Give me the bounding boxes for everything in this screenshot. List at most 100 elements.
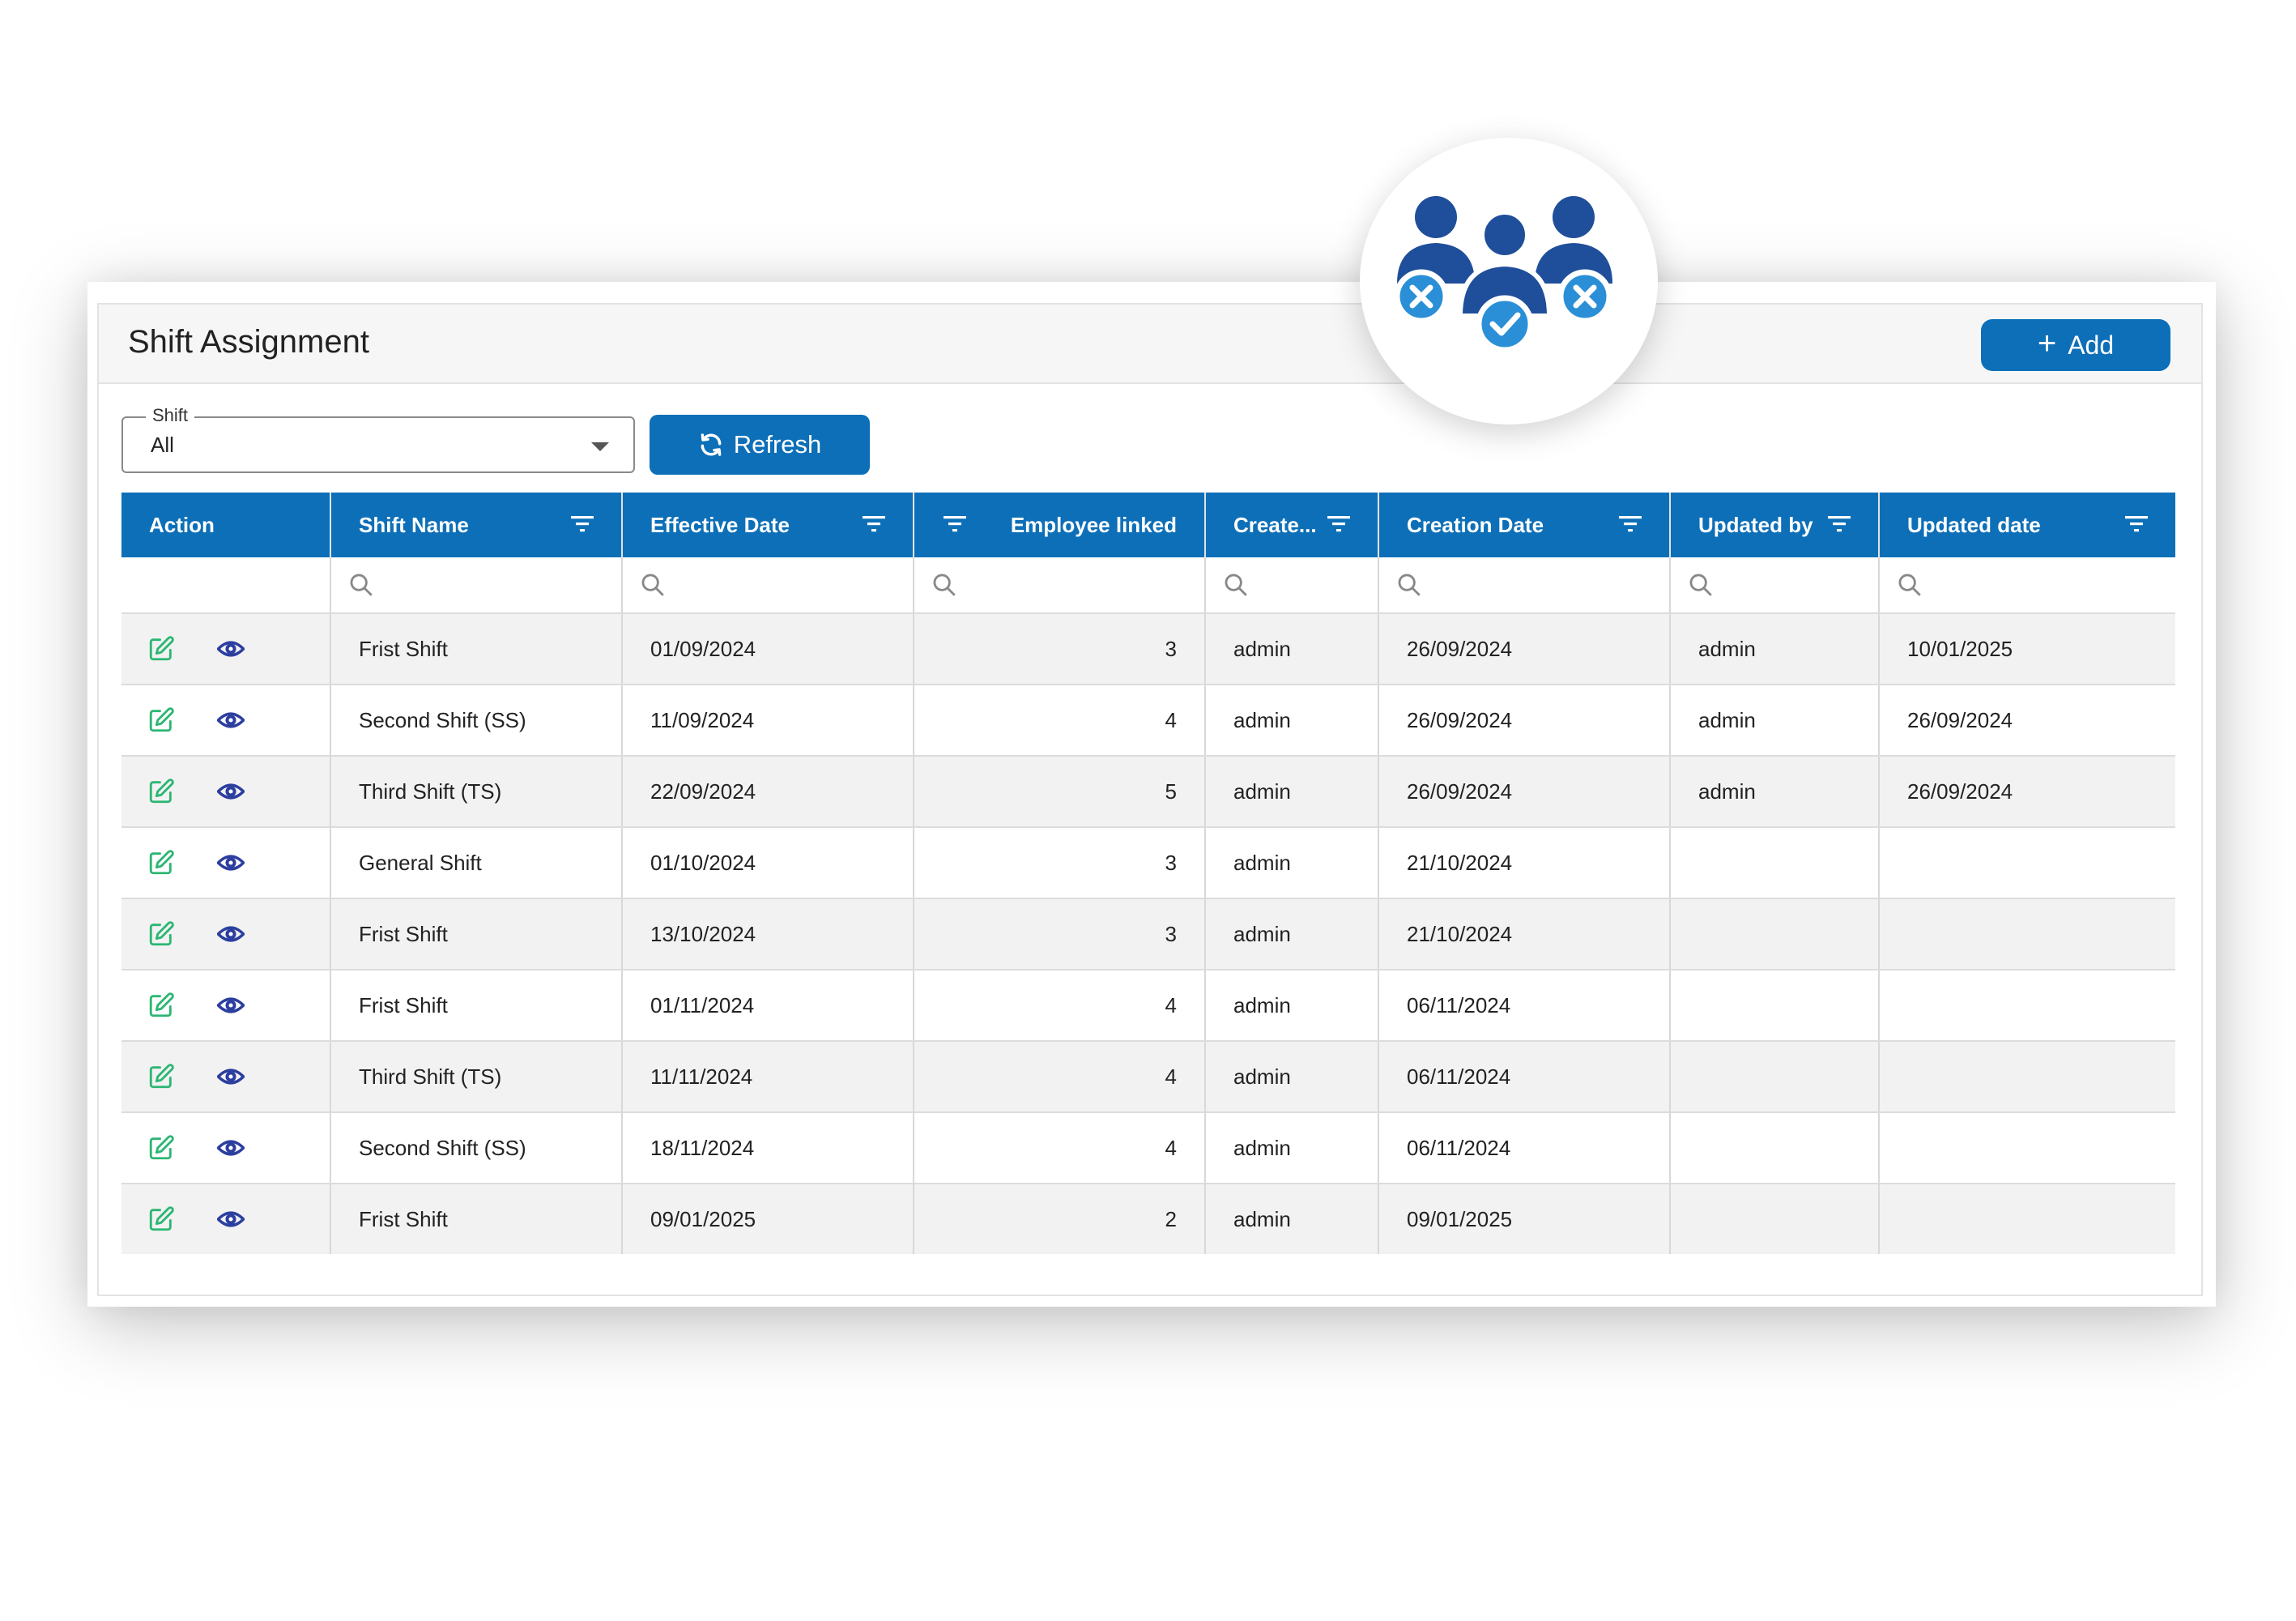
table-row: Third Shift (TS) 11/11/2024 4 admin 06/11/20… — [121, 1041, 2175, 1113]
cell-actions — [121, 898, 331, 970]
cell-effective-date: 13/10/2024 — [622, 898, 914, 970]
edit-icon[interactable] — [147, 992, 175, 1019]
eye-icon[interactable] — [217, 778, 245, 805]
filter-icon[interactable] — [2125, 515, 2148, 533]
column-header-employee-linked[interactable]: Employee linked — [914, 493, 1206, 557]
cell-updated-date — [1879, 970, 2175, 1042]
search-cell-effective-date[interactable] — [622, 557, 914, 614]
edit-icon[interactable] — [147, 849, 175, 877]
edit-icon[interactable] — [147, 706, 175, 734]
filter-icon[interactable] — [1327, 515, 1350, 533]
cell-created-by: admin — [1205, 685, 1379, 757]
cell-updated-date — [1879, 827, 2175, 899]
column-header-created-by[interactable]: Create... — [1205, 493, 1379, 557]
cell-creation-date: 06/11/2024 — [1378, 970, 1671, 1042]
filter-icon[interactable] — [863, 515, 885, 533]
edit-icon[interactable] — [147, 1205, 175, 1233]
cell-creation-date: 21/10/2024 — [1378, 898, 1671, 970]
shift-assignment-table: Action Shift Name Effective Date Employe… — [121, 493, 2175, 1254]
cell-updated-by — [1670, 827, 1880, 899]
search-icon — [350, 574, 373, 596]
row-actions — [121, 778, 330, 805]
cell-updated-date: 10/01/2025 — [1879, 613, 2175, 685]
cell-shift-name: Frist Shift — [330, 970, 623, 1042]
cell-creation-date: 06/11/2024 — [1378, 1112, 1671, 1184]
eye-icon[interactable] — [217, 849, 245, 877]
eye-icon[interactable] — [217, 635, 245, 663]
eye-icon[interactable] — [217, 920, 245, 948]
cell-updated-by — [1670, 1184, 1880, 1254]
cell-actions — [121, 827, 331, 899]
search-cell-empty — [121, 557, 331, 614]
header-row: Action Shift Name Effective Date Employe… — [121, 493, 2175, 557]
row-actions — [121, 1063, 330, 1090]
search-cell-employee-linked[interactable] — [914, 557, 1206, 614]
caret-down-icon — [591, 442, 609, 451]
cell-updated-by: admin — [1670, 613, 1880, 685]
eye-icon[interactable] — [217, 706, 245, 734]
cell-updated-date — [1879, 898, 2175, 970]
column-header-shift-name[interactable]: Shift Name — [330, 493, 623, 557]
row-actions — [121, 1134, 330, 1162]
cell-employee-linked: 3 — [914, 898, 1206, 970]
row-actions — [121, 1205, 330, 1233]
eye-icon[interactable] — [217, 1205, 245, 1233]
column-header-updated-by[interactable]: Updated by — [1670, 493, 1880, 557]
eye-icon[interactable] — [217, 1063, 245, 1090]
edit-icon[interactable] — [147, 1134, 175, 1162]
filter-icon[interactable] — [1619, 515, 1642, 533]
shift-filter-label: Shift — [146, 405, 195, 426]
search-cell-shift-name[interactable] — [330, 557, 623, 614]
cell-employee-linked: 2 — [914, 1184, 1206, 1254]
refresh-button[interactable]: Refresh — [650, 415, 870, 475]
search-cell-creation-date[interactable] — [1378, 557, 1671, 614]
column-header-updated-date[interactable]: Updated date — [1879, 493, 2175, 557]
cell-effective-date: 01/09/2024 — [622, 613, 914, 685]
refresh-icon — [701, 433, 722, 456]
cell-effective-date: 18/11/2024 — [622, 1112, 914, 1184]
search-icon — [1225, 574, 1247, 596]
eye-icon[interactable] — [217, 992, 245, 1019]
edit-icon[interactable] — [147, 778, 175, 805]
search-icon — [1898, 574, 1921, 596]
column-header-creation-date[interactable]: Creation Date — [1378, 493, 1671, 557]
shift-filter-select[interactable]: Shift All — [121, 405, 635, 473]
search-icon — [641, 574, 664, 596]
panel-header: Shift Assignment + Add — [99, 305, 2201, 384]
row-actions — [121, 992, 330, 1019]
cell-effective-date: 11/11/2024 — [622, 1041, 914, 1113]
table-row: Frist Shift 13/10/2024 3 admin 21/10/2024 — [121, 898, 2175, 970]
filter-icon[interactable] — [571, 515, 594, 533]
table-row: Second Shift (SS) 11/09/2024 4 admin 26/09/2… — [121, 685, 2175, 757]
cell-updated-date — [1879, 1184, 2175, 1254]
add-button[interactable]: + Add — [1981, 319, 2170, 371]
column-header-effective-date[interactable]: Effective Date — [622, 493, 914, 557]
cell-created-by: admin — [1205, 898, 1379, 970]
search-cell-updated-date[interactable] — [1879, 557, 2175, 614]
cell-shift-name: Second Shift (SS) — [330, 685, 623, 757]
cell-updated-by — [1670, 970, 1880, 1042]
cell-updated-date — [1879, 1041, 2175, 1113]
search-cell-updated-by[interactable] — [1670, 557, 1880, 614]
filter-icon[interactable] — [944, 515, 966, 533]
cell-created-by: admin — [1205, 970, 1379, 1042]
row-actions — [121, 849, 330, 877]
cell-created-by: admin — [1205, 1112, 1379, 1184]
shift-filter-value: All — [151, 433, 174, 457]
cell-creation-date: 26/09/2024 — [1378, 756, 1671, 828]
cell-actions — [121, 613, 331, 685]
eye-icon[interactable] — [217, 1134, 245, 1162]
search-icon — [933, 574, 956, 596]
edit-icon[interactable] — [147, 920, 175, 948]
edit-icon[interactable] — [147, 1063, 175, 1090]
cell-created-by: admin — [1205, 613, 1379, 685]
filter-icon[interactable] — [1828, 515, 1851, 533]
search-cell-created-by[interactable] — [1205, 557, 1379, 614]
cell-updated-by: admin — [1670, 685, 1880, 757]
team-assignment-icon — [1394, 196, 1612, 353]
cell-employee-linked: 5 — [914, 756, 1206, 828]
row-actions — [121, 706, 330, 734]
edit-icon[interactable] — [147, 635, 175, 663]
cell-shift-name: Frist Shift — [330, 898, 623, 970]
cell-creation-date: 26/09/2024 — [1378, 613, 1671, 685]
